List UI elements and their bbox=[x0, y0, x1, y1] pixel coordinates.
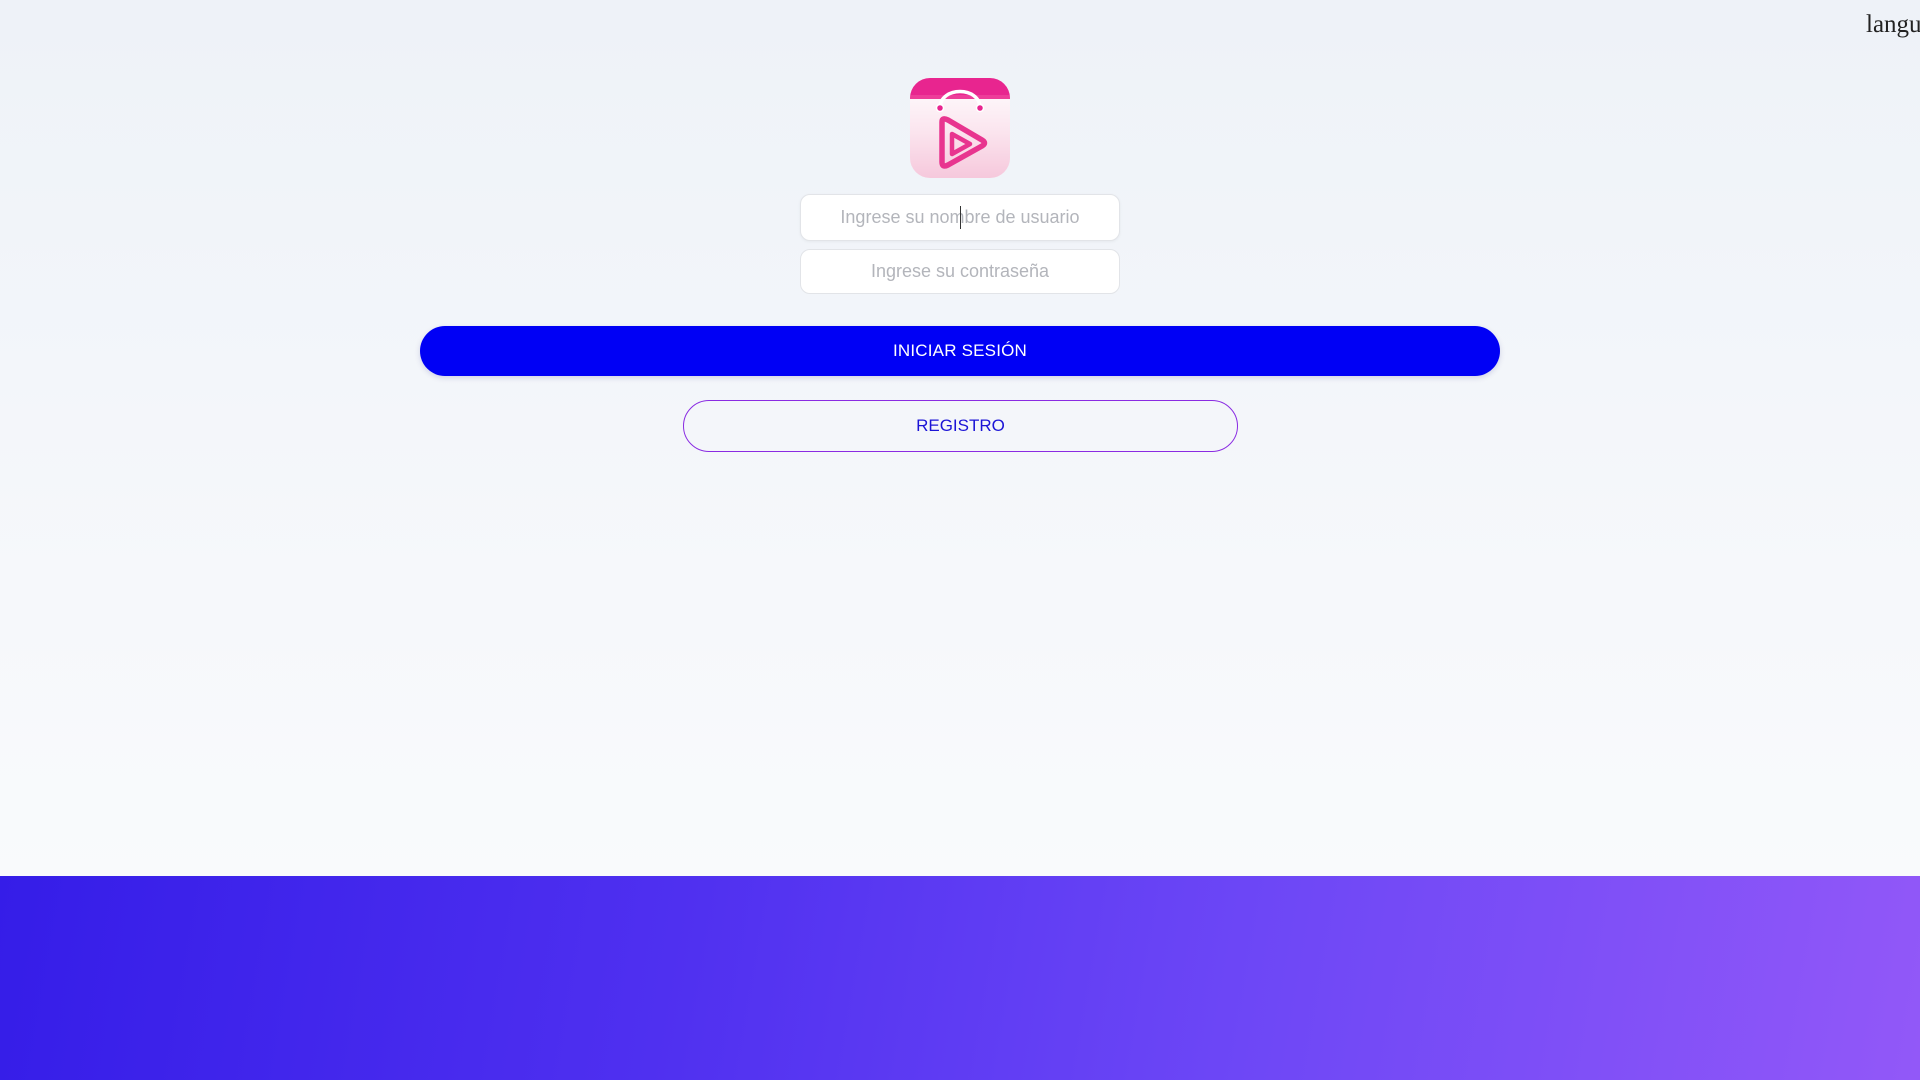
password-input[interactable] bbox=[800, 249, 1120, 294]
shopping-bag-play-icon bbox=[910, 78, 1010, 178]
footer-gradient-band bbox=[0, 876, 1920, 1080]
register-button[interactable]: REGISTRO bbox=[683, 400, 1238, 452]
login-button[interactable]: INICIAR SESIÓN bbox=[420, 326, 1500, 376]
text-cursor bbox=[960, 206, 961, 229]
language-selector[interactable]: langu bbox=[1866, 11, 1920, 39]
app-logo bbox=[910, 78, 1010, 178]
